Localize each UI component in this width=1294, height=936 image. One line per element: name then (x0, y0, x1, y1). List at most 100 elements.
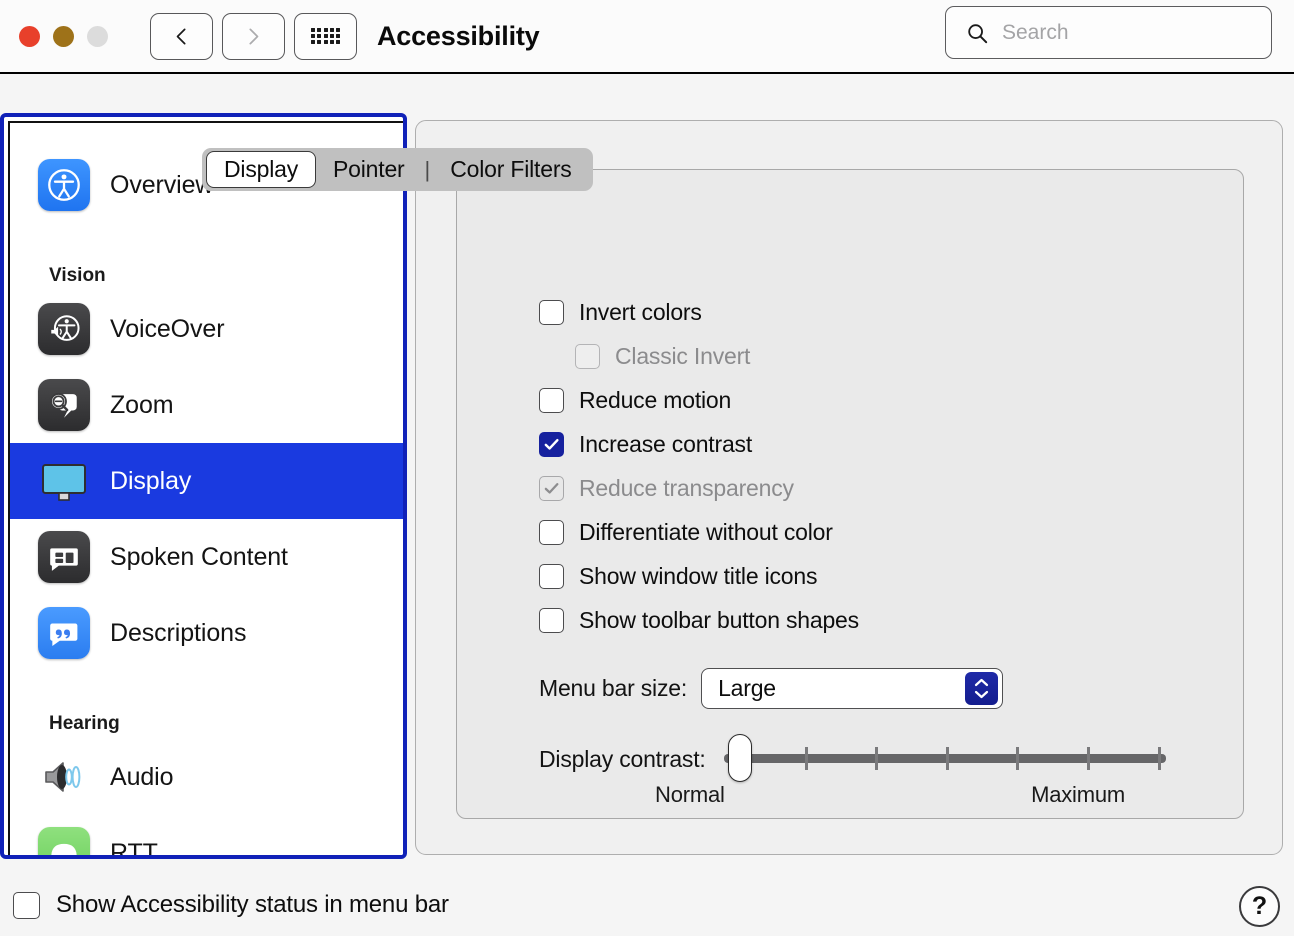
show-all-button[interactable] (294, 13, 357, 60)
sidebar-item-zoom[interactable]: Zoom (10, 367, 405, 443)
checkbox-label: Reduce transparency (579, 475, 794, 502)
search-field[interactable] (945, 6, 1272, 59)
tab-pointer[interactable]: Pointer (316, 151, 421, 188)
forward-button[interactable] (222, 13, 285, 60)
display-checkbox-list: Invert colors Classic Invert Reduce moti… (539, 290, 859, 642)
sidebar-item-label: RTT (110, 839, 158, 860)
tab-separator: | (422, 157, 434, 183)
increase-contrast-checkbox[interactable] (539, 432, 564, 457)
checkbox-row-increase-contrast[interactable]: Increase contrast (539, 422, 859, 466)
sidebar-item-label: Overview (110, 171, 213, 200)
sidebar-item-label: Spoken Content (110, 543, 288, 572)
sidebar-gap-2 (10, 671, 405, 695)
sidebar-top-spacer (10, 123, 405, 147)
checkbox-label: Increase contrast (579, 431, 752, 458)
checkbox-label: Show window title icons (579, 563, 817, 590)
sidebar-section-vision: Vision (10, 247, 405, 291)
display-contrast-slider[interactable] (724, 742, 1166, 776)
show-accessibility-status-row[interactable]: Show Accessibility status in menu bar (13, 891, 449, 919)
sidebar-item-descriptions[interactable]: Descriptions (10, 595, 405, 671)
checkbox-label: Reduce motion (579, 387, 731, 414)
classic-invert-checkbox (575, 344, 600, 369)
chevron-left-icon (172, 27, 191, 46)
checkbox-row-show-window-title-icons[interactable]: Show window title icons (539, 554, 859, 598)
slider-tick (805, 747, 808, 770)
display-icon (38, 455, 90, 507)
page-title: Accessibility (377, 21, 540, 52)
descriptions-icon (38, 607, 90, 659)
sidebar-item-audio[interactable]: Audio (10, 739, 405, 815)
chevron-down-icon (974, 690, 989, 699)
menu-bar-size-label: Menu bar size: (539, 675, 687, 702)
slider-tick (1087, 747, 1090, 770)
checkbox-row-invert-colors[interactable]: Invert colors (539, 290, 859, 334)
tab-color-filters[interactable]: Color Filters (433, 151, 588, 188)
slider-thumb[interactable] (728, 734, 752, 782)
main-content-panel: Invert colors Classic Invert Reduce moti… (415, 120, 1283, 855)
sidebar-item-label: Display (110, 467, 191, 496)
sidebar-item-voiceover[interactable]: VoiceOver (10, 291, 405, 367)
show-accessibility-status-checkbox[interactable] (13, 892, 40, 919)
slider-tick (1016, 747, 1019, 770)
checkmark-icon (543, 480, 560, 497)
checkbox-row-classic-invert: Classic Invert (539, 334, 859, 378)
tab-display[interactable]: Display (206, 151, 316, 188)
checkbox-row-reduce-motion[interactable]: Reduce motion (539, 378, 859, 422)
show-accessibility-status-label: Show Accessibility status in menu bar (56, 891, 449, 919)
checkbox-label: Classic Invert (615, 343, 750, 370)
differentiate-without-color-checkbox[interactable] (539, 520, 564, 545)
chevron-up-icon (974, 678, 989, 687)
sidebar-focus-ring: Overview Vision (0, 113, 407, 859)
voiceover-glyph (44, 309, 84, 349)
display-contrast-label: Display contrast: (539, 746, 706, 773)
slider-min-label: Normal (655, 782, 725, 808)
slider-track (724, 754, 1166, 763)
rtt-glyph (44, 833, 84, 859)
close-window-button[interactable] (19, 26, 40, 47)
sidebar[interactable]: Overview Vision (8, 121, 407, 859)
sidebar-item-label: Descriptions (110, 619, 246, 648)
invert-colors-checkbox[interactable] (539, 300, 564, 325)
popup-stepper-arrows[interactable] (965, 672, 998, 705)
show-toolbar-button-shapes-checkbox[interactable] (539, 608, 564, 633)
sidebar-item-spoken-content[interactable]: Spoken Content (10, 519, 405, 595)
checkbox-row-show-toolbar-button-shapes[interactable]: Show toolbar button shapes (539, 598, 859, 642)
display-tab-bar: Display Pointer | Color Filters (202, 148, 593, 191)
menu-bar-size-popup-button[interactable]: Large (701, 668, 1003, 709)
checkbox-row-differentiate-without-color[interactable]: Differentiate without color (539, 510, 859, 554)
slider-tick (946, 747, 949, 770)
window-toolbar: Accessibility (0, 0, 1294, 74)
sidebar-list: Overview Vision (10, 123, 405, 859)
reduce-transparency-checkbox (539, 476, 564, 501)
spoken-content-glyph (45, 538, 83, 576)
sidebar-gap (10, 223, 405, 247)
slider-tick (875, 747, 878, 770)
display-contrast-row: Display contrast: (539, 742, 1166, 776)
chevron-right-icon (244, 27, 263, 46)
search-icon (966, 22, 988, 44)
search-input[interactable] (1002, 21, 1273, 45)
grid-icon (311, 28, 341, 45)
menu-bar-size-value: Large (718, 675, 776, 702)
reduce-motion-checkbox[interactable] (539, 388, 564, 413)
audio-icon (38, 751, 90, 803)
show-window-title-icons-checkbox[interactable] (539, 564, 564, 589)
rtt-icon (38, 827, 90, 859)
zoom-glyph (44, 385, 84, 425)
spoken-content-icon (38, 531, 90, 583)
traffic-light-group (19, 26, 108, 47)
zoom-icon (38, 379, 90, 431)
zoom-window-button[interactable] (87, 26, 108, 47)
minimize-window-button[interactable] (53, 26, 74, 47)
accessibility-icon (38, 159, 90, 211)
descriptions-glyph (45, 614, 83, 652)
help-button[interactable]: ? (1239, 886, 1280, 927)
sidebar-section-hearing: Hearing (10, 695, 405, 739)
back-button[interactable] (150, 13, 213, 60)
sidebar-item-label: Audio (110, 763, 173, 792)
sidebar-item-display[interactable]: Display (10, 443, 405, 519)
menu-bar-size-row: Menu bar size: Large (539, 668, 1003, 709)
checkbox-row-reduce-transparency: Reduce transparency (539, 466, 859, 510)
audio-glyph (38, 751, 90, 803)
sidebar-item-rtt[interactable]: RTT (10, 815, 405, 859)
